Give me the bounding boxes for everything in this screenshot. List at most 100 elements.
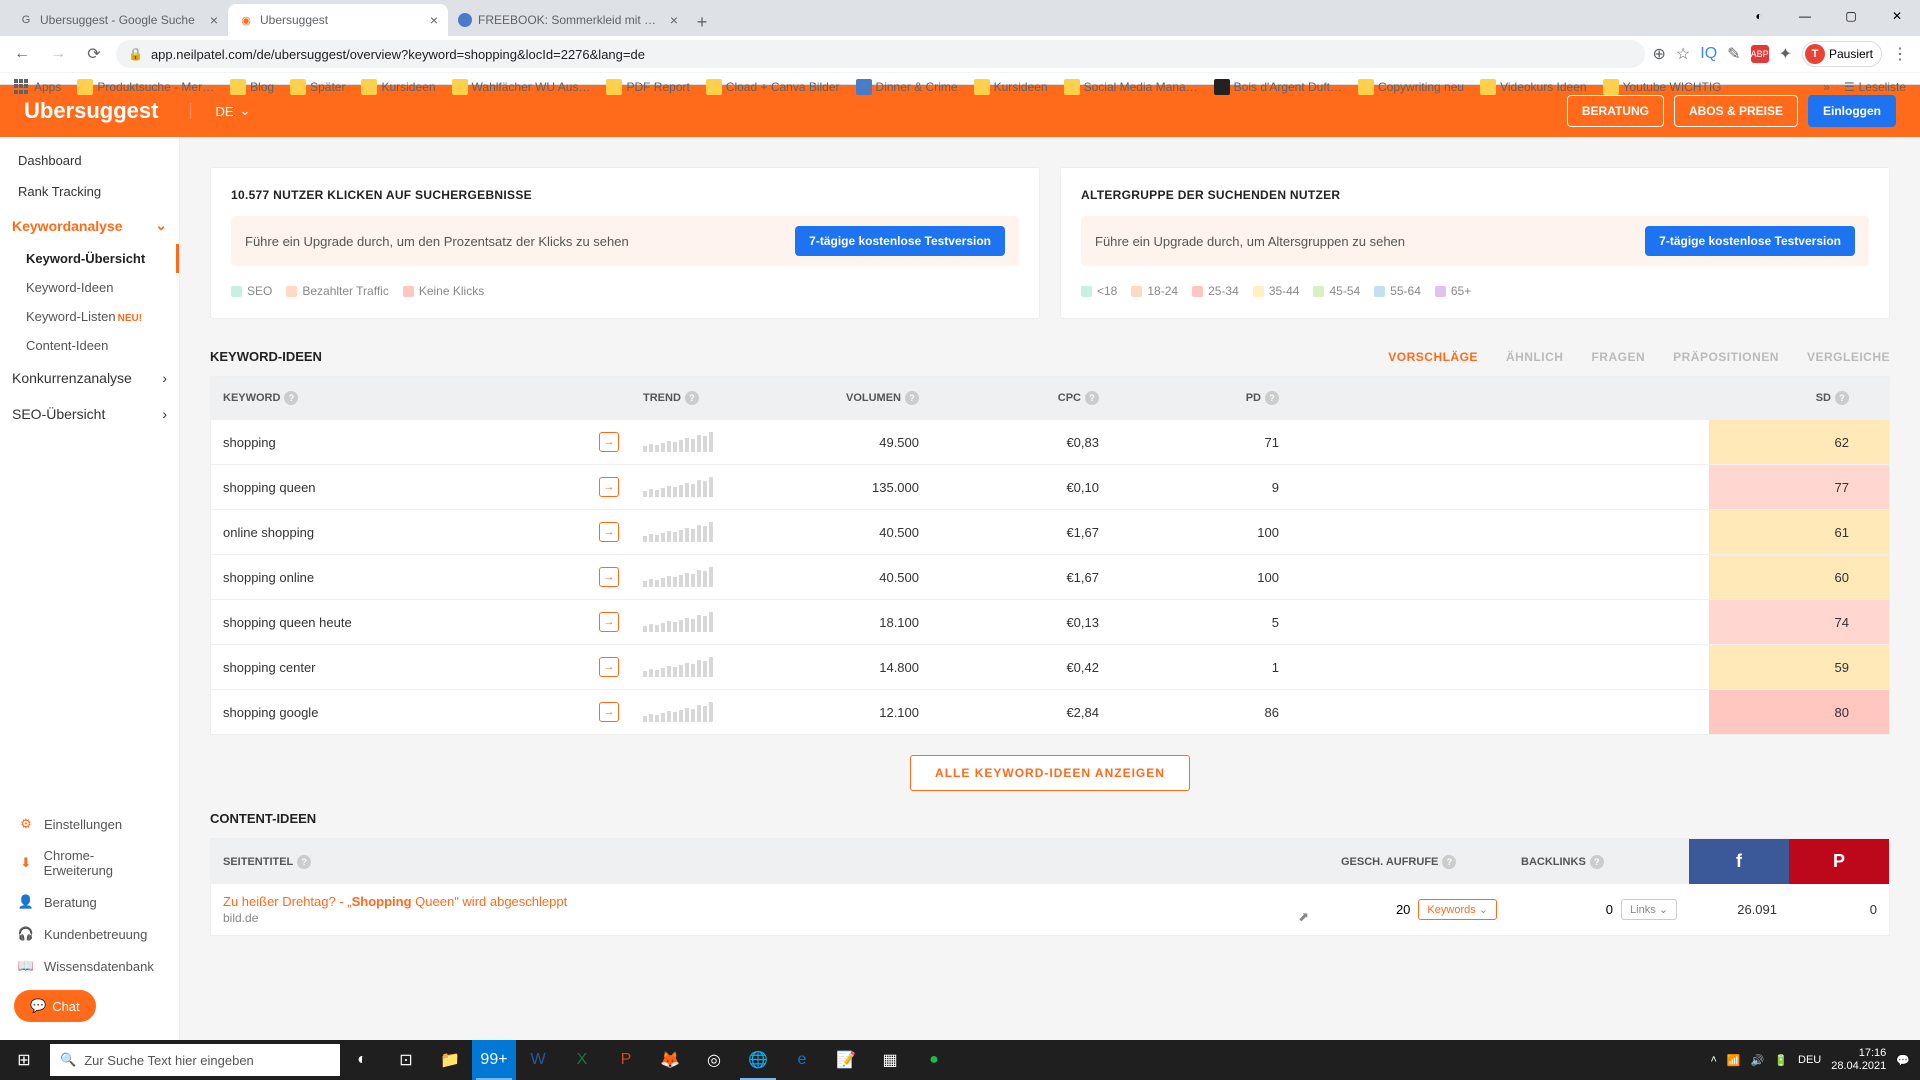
sidebar-item-content-ideas[interactable]: Content-Ideen (0, 331, 179, 360)
info-icon[interactable]: ? (905, 391, 919, 405)
reload-button[interactable]: ⟳ (80, 40, 108, 68)
start-button[interactable]: ⊞ (0, 1040, 48, 1080)
expand-icon[interactable]: → (599, 432, 619, 452)
windows-search[interactable]: 🔍Zur Suche Text hier eingeben (50, 1044, 340, 1076)
bookmark-star-icon[interactable]: ☆ (1676, 44, 1690, 64)
info-icon[interactable]: ? (1085, 391, 1099, 405)
expand-icon[interactable]: → (599, 522, 619, 542)
login-button[interactable]: Einloggen (1808, 95, 1896, 127)
language-indicator[interactable]: DEU (1798, 1054, 1821, 1066)
extensions-icon[interactable]: ✦ (1779, 44, 1792, 64)
trial-button[interactable]: 7-tägige kostenlose Testversion (1645, 226, 1855, 256)
forward-button[interactable]: → (44, 40, 72, 68)
content-link[interactable]: Zu heißer Drehtag? - „Shopping Queen" wi… (223, 894, 1317, 909)
bookmark-item[interactable]: Videokurs Ideen (1474, 77, 1593, 97)
sidebar-item-rank-tracking[interactable]: Rank Tracking (0, 176, 179, 207)
bookmark-overflow[interactable]: » (1823, 80, 1830, 94)
tab-related[interactable]: ÄHNLICH (1506, 350, 1564, 364)
incognito-icon[interactable]: ◐ (1736, 0, 1782, 32)
reading-list-button[interactable]: ☰Leseliste (1838, 78, 1912, 96)
close-icon[interactable]: × (210, 12, 218, 28)
close-window-button[interactable]: ✕ (1874, 0, 1920, 32)
trial-button[interactable]: 7-tägige kostenlose Testversion (795, 226, 1005, 256)
tab-prepositions[interactable]: PRÄPOSITIONEN (1673, 350, 1779, 364)
language-selector[interactable]: DE⌄ (190, 103, 250, 119)
col-volume[interactable]: VOLUMEN (846, 392, 901, 404)
notepad-icon[interactable]: 📝 (824, 1040, 868, 1080)
bookmark-item[interactable]: Kursideen (355, 77, 441, 97)
plans-button[interactable]: ABOS & PREISE (1674, 95, 1798, 127)
bookmark-item[interactable]: Kursideen (968, 77, 1054, 97)
wifi-icon[interactable]: 📶 (1727, 1054, 1741, 1067)
info-icon[interactable]: ? (284, 391, 298, 405)
file-explorer-icon[interactable]: 📁 (428, 1040, 472, 1080)
links-dropdown[interactable]: Links ⌄ (1621, 899, 1677, 920)
bookmark-item[interactable]: Dinner & Crime (850, 77, 964, 97)
clock[interactable]: 17:1628.04.2021 (1831, 1047, 1886, 1073)
word-icon[interactable]: W (516, 1040, 560, 1080)
bookmark-item[interactable]: Copywriting neu (1352, 77, 1470, 97)
tray-chevron-icon[interactable]: ˄ (1710, 1054, 1716, 1066)
info-icon[interactable]: ? (297, 855, 311, 869)
cortana-button[interactable]: ⊡ (384, 1040, 428, 1080)
profile-button[interactable]: T Pausiert (1802, 41, 1882, 67)
info-icon[interactable]: ? (685, 391, 699, 405)
extension-icon[interactable]: ✎ (1727, 44, 1740, 64)
bookmark-item[interactable]: PDF Report (600, 77, 695, 97)
back-button[interactable]: ← (8, 40, 36, 68)
sidebar-item-knowledge-base[interactable]: 📖Wissensdatenbank (0, 950, 179, 982)
browser-tab[interactable]: FREEBOOK: Sommerkleid mit Sp… × (448, 4, 688, 36)
chrome-icon[interactable]: 🌐 (736, 1040, 780, 1080)
col-keyword[interactable]: KEYWORD (223, 392, 280, 404)
info-icon[interactable]: ? (1442, 855, 1456, 869)
tab-suggestions[interactable]: VORSCHLÄGE (1388, 350, 1478, 364)
excel-icon[interactable]: X (560, 1040, 604, 1080)
consulting-button[interactable]: BERATUNG (1567, 95, 1664, 127)
sidebar-item-keyword-overview[interactable]: Keyword-Übersicht (0, 244, 179, 273)
chat-button[interactable]: 💬Chat (14, 990, 96, 1022)
bookmark-item[interactable]: Youtube WICHTIG (1597, 77, 1728, 97)
powerpoint-icon[interactable]: P (604, 1040, 648, 1080)
keywords-dropdown[interactable]: Keywords ⌄ (1418, 899, 1497, 920)
close-icon[interactable]: × (670, 12, 678, 28)
col-backlinks[interactable]: BACKLINKS (1521, 856, 1586, 868)
new-tab-button[interactable]: + (688, 8, 716, 36)
expand-icon[interactable]: → (599, 657, 619, 677)
browser-tab[interactable]: G Ubersuggest - Google Suche × (8, 4, 228, 36)
adblock-icon[interactable]: ABP (1751, 45, 1769, 63)
info-icon[interactable]: ? (1590, 855, 1604, 869)
sidebar-group-competitor[interactable]: Konkurrenzanalyse› (0, 360, 179, 396)
external-link-icon[interactable]: ⬈ (1298, 909, 1317, 925)
expand-icon[interactable]: → (599, 702, 619, 722)
maximize-button[interactable]: ▢ (1828, 0, 1874, 32)
sidebar-item-consulting[interactable]: 👤Beratung (0, 886, 179, 918)
sidebar-group-keyword-analysis[interactable]: Keywordanalyse⌄ (0, 207, 179, 244)
bookmark-item[interactable]: Cload + Canva Bilder (700, 77, 846, 97)
mail-icon[interactable]: 99+ (472, 1040, 516, 1080)
apps-button[interactable]: Apps (8, 77, 67, 97)
edge-icon[interactable]: e (780, 1040, 824, 1080)
sidebar-item-dashboard[interactable]: Dashboard (0, 145, 179, 176)
col-cpc[interactable]: CPC (1058, 392, 1081, 404)
expand-icon[interactable]: → (599, 567, 619, 587)
sidebar-item-keyword-lists[interactable]: Keyword-ListenNEU! (0, 302, 179, 331)
spotify-icon[interactable]: ● (912, 1040, 956, 1080)
col-est-visits[interactable]: GESCH. AUFRUFE (1341, 856, 1438, 868)
expand-icon[interactable]: → (599, 477, 619, 497)
volume-icon[interactable]: 🔊 (1751, 1054, 1765, 1067)
col-sd[interactable]: SD (1816, 392, 1831, 404)
bookmark-item[interactable]: Blog (224, 77, 280, 97)
tab-comparisons[interactable]: VERGLEICHE (1807, 350, 1890, 364)
extension-icon[interactable]: IQ (1700, 45, 1717, 63)
col-pd[interactable]: PD (1246, 392, 1261, 404)
sidebar-group-seo[interactable]: SEO-Übersicht› (0, 396, 179, 432)
browser-tab-active[interactable]: ◉ Ubersuggest × (228, 4, 448, 36)
bookmark-item[interactable]: Bois d'Argent Duft… (1208, 77, 1348, 97)
task-view-button[interactable]: ◐ (340, 1040, 384, 1080)
info-icon[interactable]: ? (1835, 391, 1849, 405)
app-icon[interactable]: ▦ (868, 1040, 912, 1080)
bookmark-item[interactable]: Wahlfächer WU Aus… (446, 77, 597, 97)
col-trend[interactable]: TREND (643, 392, 681, 404)
expand-icon[interactable]: → (599, 612, 619, 632)
translate-icon[interactable]: ⊕ (1653, 44, 1666, 64)
